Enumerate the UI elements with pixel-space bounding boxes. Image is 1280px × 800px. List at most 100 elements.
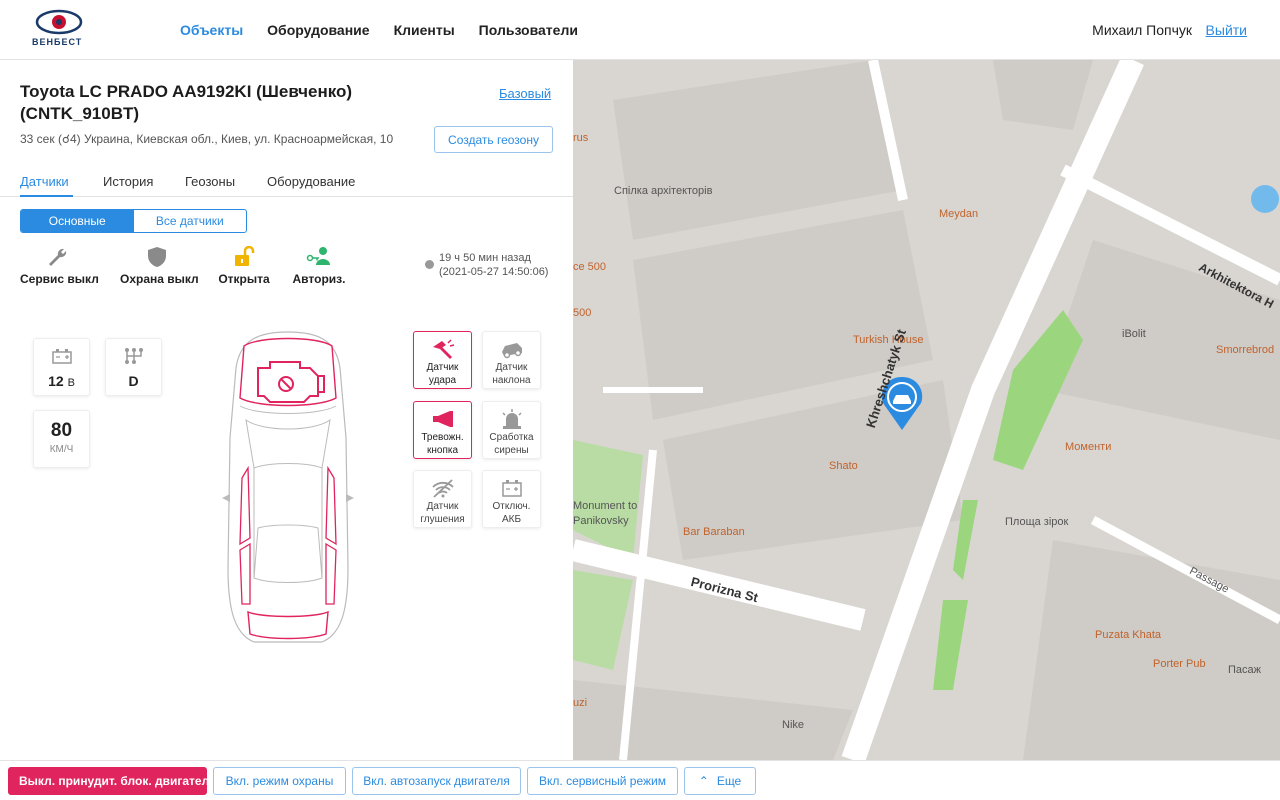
last-update: 19 ч 50 мин назад (2021-05-27 14:50:06) (425, 251, 548, 279)
status-service: Сервис выкл (20, 246, 99, 286)
map-poi-rus: rus (573, 132, 589, 144)
voltage-unit: В (67, 377, 75, 389)
voltage-card: 12 В (33, 338, 90, 396)
map-poi-bar-baraban: Bar Baraban (683, 526, 745, 538)
map-poi-smorrebrod: Smorrebrod (1216, 344, 1275, 356)
nav-objects[interactable]: Объекты (180, 0, 243, 60)
user-key-icon (306, 247, 330, 265)
panic-button-label2: кнопка (426, 445, 459, 456)
status-auth: Авториз. (288, 246, 350, 286)
battery-disconnect-label1: Отключ. (492, 501, 531, 512)
jamming-sensor-label1: Датчик (426, 501, 459, 512)
disable-engine-block-button[interactable]: Выкл. принудит. блок. двигателя (8, 767, 216, 795)
battery-disconnect-sensor[interactable]: Отключ. АКБ (482, 470, 541, 528)
tab-sensors[interactable]: Датчики (20, 174, 69, 189)
shield-icon (148, 247, 166, 267)
battery-icon (501, 480, 522, 497)
map[interactable]: Спілка архітекторів Meydan Turkish House… (573, 60, 1280, 760)
status-door-label: Открыта (218, 272, 270, 286)
horn-icon (432, 411, 453, 427)
panic-button[interactable]: Тревожн. кнопка (413, 401, 472, 459)
gearbox-icon (124, 348, 143, 364)
siren-trigger[interactable]: Сработка сирены (482, 401, 541, 459)
voltage-value: 12 (48, 373, 64, 389)
shock-sensor-label1: Датчик (426, 362, 459, 373)
battery-disconnect-label2: АКБ (501, 514, 522, 525)
enable-service-mode-button[interactable]: Вкл. сервисный режим (527, 767, 678, 795)
hammer-icon (432, 339, 454, 359)
nav-equipment[interactable]: Оборудование (267, 0, 369, 60)
chevron-up-icon: ⌃ (698, 774, 709, 788)
jamming-icon (431, 479, 454, 498)
filter-all-sensors[interactable]: Все датчики (134, 210, 247, 232)
jamming-sensor-label2: глушения (420, 514, 465, 525)
map-poi-ibolit: iBolit (1122, 328, 1146, 340)
more-actions-label: Еще (716, 774, 742, 788)
last-update-datetime: (2021-05-27 14:50:06) (439, 266, 549, 278)
jamming-sensor[interactable]: Датчик глушения (413, 470, 472, 528)
map-poi-puzata-khata: Puzata Khata (1095, 629, 1162, 641)
shock-sensor-label2: удара (428, 375, 457, 386)
status-service-label: Сервис выкл (20, 272, 99, 286)
car-top-view (222, 331, 354, 643)
enable-guard-mode-button[interactable]: Вкл. режим охраны (213, 767, 346, 795)
sensor-filter-toggle: Основные Все датчики (20, 209, 247, 233)
logo-text: ВЕНБЕСТ (32, 37, 83, 47)
tab-history[interactable]: История (103, 174, 153, 189)
object-title: Toyota LC PRADO AA9192KI (Шевченко) (CNT… (20, 82, 353, 123)
speed-card: 80 КМ/Ч (33, 410, 90, 468)
status-guard: Охрана выкл (120, 246, 199, 286)
siren-icon (501, 409, 522, 429)
tilt-sensor[interactable]: Датчик наклона (482, 331, 541, 389)
nav-users[interactable]: Пользователи (479, 0, 578, 60)
map-poi-uzi: uzi (573, 697, 588, 709)
shock-sensor[interactable]: Датчик удара (413, 331, 472, 389)
wrench-icon (49, 248, 67, 266)
tab-geozones[interactable]: Геозоны (185, 174, 235, 189)
speed-value: 80 (50, 420, 73, 441)
siren-trigger-label1: Сработка (489, 432, 534, 443)
status-guard-label: Охрана выкл (120, 272, 199, 286)
nav-clients[interactable]: Клиенты (394, 0, 455, 60)
map-poi-meydan: Meydan (939, 208, 979, 220)
main-nav: Объекты Оборудование Клиенты Пользовател… (180, 0, 578, 60)
tab-equipment[interactable]: Оборудование (267, 174, 355, 189)
gear-value: D (128, 373, 139, 389)
tilted-car-icon (501, 343, 522, 359)
action-bar: Выкл. принудит. блок. двигателя Вкл. реж… (0, 760, 1280, 800)
siren-trigger-label2: сирены (494, 445, 529, 456)
map-poi-momenty: Моменти (1065, 441, 1112, 453)
logout-link[interactable]: Выйти (1206, 22, 1247, 38)
status-door: Открыта (215, 246, 273, 286)
enable-autostart-button[interactable]: Вкл. автозапуск двигателя (352, 767, 521, 795)
map-poi-ce500b: 500 (573, 307, 592, 319)
unlocked-padlock-icon (235, 246, 255, 266)
top-bar: ВЕНБЕСТ Объекты Оборудование Клиенты Пол… (0, 0, 1280, 60)
tilt-sensor-label1: Датчик (495, 362, 528, 373)
create-geozone-button[interactable]: Создать геозону (434, 126, 553, 153)
map-canvas[interactable] (573, 60, 1280, 760)
filter-main[interactable]: Основные (21, 210, 134, 232)
map-poi-shato: Shato (829, 460, 858, 472)
tilt-sensor-label2: наклона (492, 375, 531, 386)
active-tab-indicator (20, 195, 73, 197)
map-label-ploshcha: Площа зірок (1005, 516, 1069, 528)
map-poi-ce500a: ce 500 (573, 261, 607, 273)
last-update-ago: 19 ч 50 мин назад (439, 252, 531, 264)
map-poi-porter-pub: Porter Pub (1153, 658, 1206, 670)
object-panel: Toyota LC PRADO AA9192KI (Шевченко) (CNT… (0, 60, 573, 760)
more-actions-button[interactable]: ⌃ Еще (684, 767, 756, 795)
map-poi-nike: Nike (782, 719, 805, 731)
object-tabs: Датчики История Геозоны Оборудование (0, 168, 573, 197)
map-label-monument-line2: Panikovsky (573, 515, 629, 527)
battery-icon (51, 349, 72, 364)
speed-unit: КМ/Ч (49, 444, 74, 455)
map-label-monument-line1: Monument to (573, 500, 638, 512)
map-label-pasazh: Пасаж (1228, 664, 1261, 676)
map-label-architects: Спілка архітекторів (614, 185, 713, 197)
panic-button-label1: Тревожн. (421, 432, 464, 443)
status-auth-label: Авториз. (292, 272, 346, 286)
object-address: 33 сек (☌4) Украина, Киевская обл., Киев… (20, 132, 394, 146)
gear-card: D (105, 338, 162, 396)
plan-link[interactable]: Базовый (499, 86, 551, 101)
